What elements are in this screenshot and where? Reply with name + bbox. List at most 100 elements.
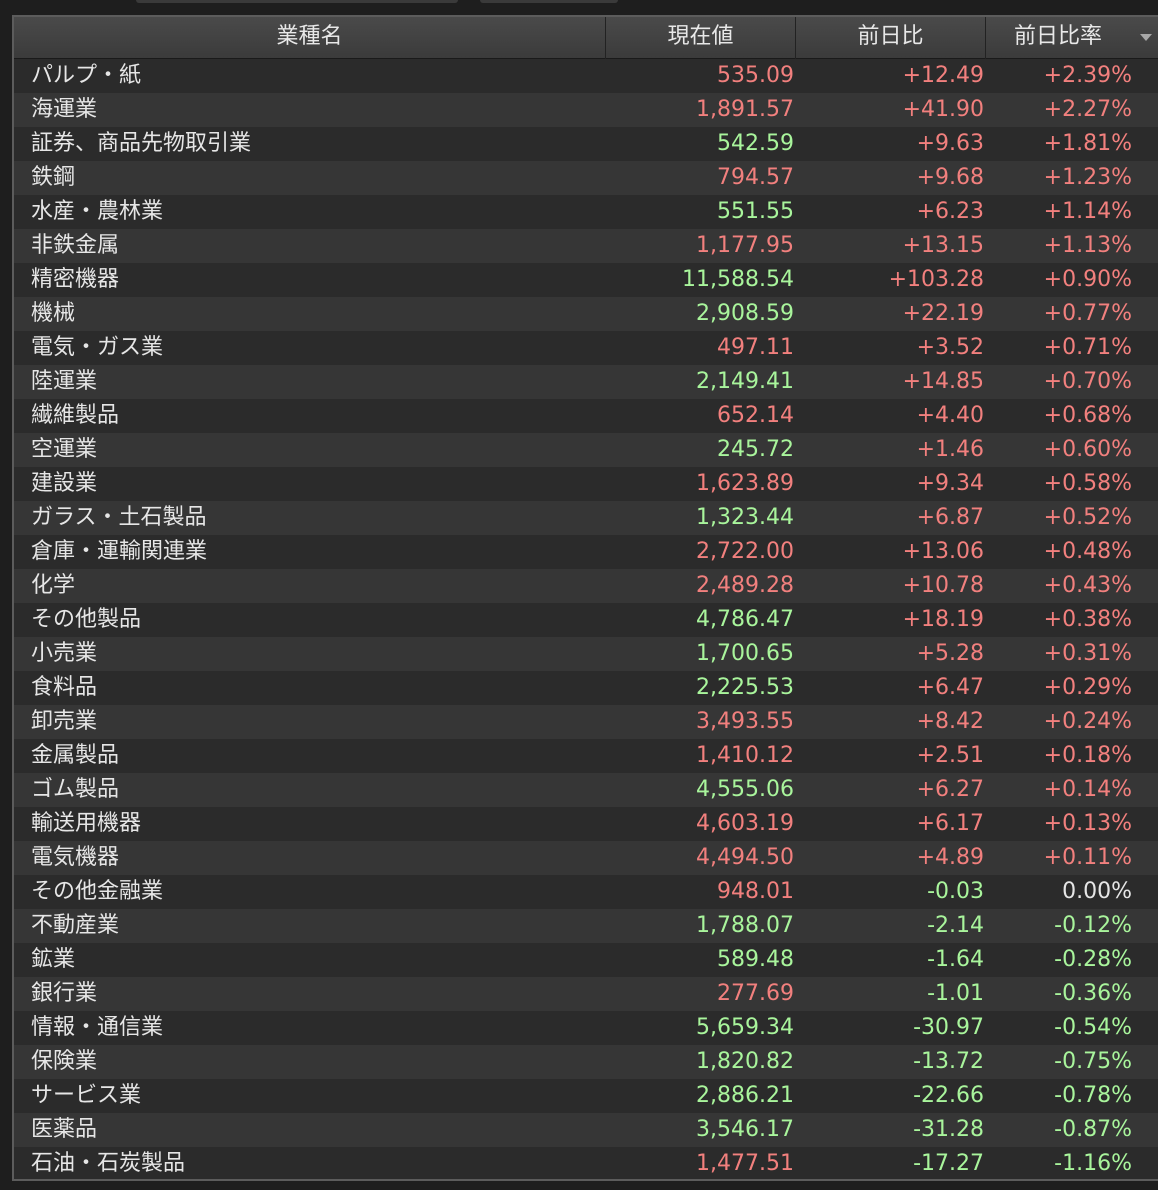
sector-name-cell: 倉庫・運輸関連業	[31, 539, 208, 564]
table-row[interactable]: 繊維製品 652.14 +4.40 +0.68%	[14, 399, 1158, 433]
sector-name-cell: 非鉄金属	[31, 233, 120, 258]
table-row[interactable]: 海運業 1,891.57 +41.90 +2.27%	[14, 93, 1158, 127]
sector-name-cell: 空運業	[31, 437, 98, 462]
change-cell: +18.19	[902, 607, 984, 632]
column-header-change-rate[interactable]: 前日比率	[986, 17, 1158, 59]
sector-name-cell: 情報・通信業	[31, 1015, 164, 1040]
change-rate-cell: +0.43%	[1043, 573, 1132, 598]
table-row[interactable]: その他製品 4,786.47 +18.19 +0.38%	[14, 603, 1158, 637]
sector-table: 業種名 現在値 前日比 前日比率 パルプ・紙 535.09 +12.49 +2.39%…	[12, 15, 1158, 1181]
sector-name-cell: 建設業	[31, 471, 98, 496]
sector-name-cell: 医薬品	[31, 1117, 98, 1142]
table-row[interactable]: 電気・ガス業 497.11 +3.52 +0.71%	[14, 331, 1158, 365]
change-cell: +4.40	[916, 403, 984, 428]
table-row[interactable]: 水産・農林業 551.55 +6.23 +1.14%	[14, 195, 1158, 229]
price-cell: 245.72	[717, 437, 794, 462]
change-cell: +6.23	[916, 199, 984, 224]
table-row[interactable]: その他金融業 948.01 -0.03 0.00%	[14, 875, 1158, 909]
sector-name-cell: パルプ・紙	[31, 63, 142, 88]
change-cell: -13.72	[913, 1049, 984, 1074]
table-row[interactable]: サービス業 2,886.21 -22.66 -0.78%	[14, 1079, 1158, 1113]
column-header-price[interactable]: 現在値	[606, 17, 796, 59]
table-row[interactable]: 化学 2,489.28 +10.78 +0.43%	[14, 569, 1158, 603]
change-rate-cell: -0.36%	[1054, 981, 1132, 1006]
table-row[interactable]: 空運業 245.72 +1.46 +0.60%	[14, 433, 1158, 467]
table-row[interactable]: 陸運業 2,149.41 +14.85 +0.70%	[14, 365, 1158, 399]
price-cell: 3,546.17	[696, 1117, 794, 1142]
change-rate-cell: +0.14%	[1043, 777, 1132, 802]
column-header-sector-name[interactable]: 業種名	[14, 17, 606, 59]
change-cell: +22.19	[902, 301, 984, 326]
table-row[interactable]: 精密機器 11,588.54 +103.28 +0.90%	[14, 263, 1158, 297]
table-row[interactable]: 医薬品 3,546.17 -31.28 -0.87%	[14, 1113, 1158, 1147]
column-header-change[interactable]: 前日比	[796, 17, 986, 59]
sector-name-cell: 機械	[31, 301, 76, 326]
price-cell: 2,908.59	[696, 301, 794, 326]
sector-name-cell: 小売業	[31, 641, 98, 666]
sector-name-cell: 保険業	[31, 1049, 98, 1074]
sort-descending-icon[interactable]	[1140, 34, 1152, 41]
table-row[interactable]: ゴム製品 4,555.06 +6.27 +0.14%	[14, 773, 1158, 807]
sector-name-cell: 石油・石炭製品	[31, 1151, 186, 1176]
table-row[interactable]: 食料品 2,225.53 +6.47 +0.29%	[14, 671, 1158, 705]
change-rate-cell: +0.11%	[1043, 845, 1132, 870]
sector-name-cell: 電気・ガス業	[31, 335, 164, 360]
change-rate-cell: +0.70%	[1043, 369, 1132, 394]
price-cell: 2,722.00	[696, 539, 794, 564]
change-cell: +9.34	[916, 471, 984, 496]
change-cell: +4.89	[916, 845, 984, 870]
table-row[interactable]: 鉄鋼 794.57 +9.68 +1.23%	[14, 161, 1158, 195]
table-row[interactable]: 非鉄金属 1,177.95 +13.15 +1.13%	[14, 229, 1158, 263]
change-rate-cell: +0.90%	[1043, 267, 1132, 292]
table-row[interactable]: 情報・通信業 5,659.34 -30.97 -0.54%	[14, 1011, 1158, 1045]
toolbar-tab-stub[interactable]	[136, 0, 458, 3]
table-row[interactable]: 電気機器 4,494.50 +4.89 +0.11%	[14, 841, 1158, 875]
change-cell: +6.27	[916, 777, 984, 802]
table-row[interactable]: 銀行業 277.69 -1.01 -0.36%	[14, 977, 1158, 1011]
price-cell: 2,225.53	[696, 675, 794, 700]
sector-name-cell: 銀行業	[31, 981, 98, 1006]
table-row[interactable]: パルプ・紙 535.09 +12.49 +2.39%	[14, 59, 1158, 93]
change-rate-cell: +0.60%	[1043, 437, 1132, 462]
change-rate-cell: +0.71%	[1043, 335, 1132, 360]
change-cell: +6.87	[916, 505, 984, 530]
change-cell: +8.42	[916, 709, 984, 734]
change-rate-cell: -0.54%	[1054, 1015, 1132, 1040]
price-cell: 1,623.89	[696, 471, 794, 496]
change-cell: +13.15	[902, 233, 984, 258]
change-rate-cell: +1.13%	[1043, 233, 1132, 258]
change-cell: +14.85	[902, 369, 984, 394]
change-cell: +103.28	[888, 267, 984, 292]
change-cell: -31.28	[913, 1117, 984, 1142]
table-row[interactable]: 保険業 1,820.82 -13.72 -0.75%	[14, 1045, 1158, 1079]
table-row[interactable]: 小売業 1,700.65 +5.28 +0.31%	[14, 637, 1158, 671]
change-rate-cell: -1.16%	[1054, 1151, 1132, 1176]
table-row[interactable]: 石油・石炭製品 1,477.51 -17.27 -1.16%	[14, 1147, 1158, 1179]
table-row[interactable]: 輸送用機器 4,603.19 +6.17 +0.13%	[14, 807, 1158, 841]
price-cell: 2,489.28	[696, 573, 794, 598]
price-cell: 589.48	[717, 947, 794, 972]
toolbar-tab-stub[interactable]	[480, 0, 618, 3]
table-row[interactable]: ガラス・土石製品 1,323.44 +6.87 +0.52%	[14, 501, 1158, 535]
table-row[interactable]: 機械 2,908.59 +22.19 +0.77%	[14, 297, 1158, 331]
change-cell: +3.52	[916, 335, 984, 360]
sector-name-cell: サービス業	[31, 1083, 142, 1108]
price-cell: 535.09	[717, 63, 794, 88]
change-cell: +5.28	[916, 641, 984, 666]
change-rate-cell: +0.77%	[1043, 301, 1132, 326]
price-cell: 1,788.07	[696, 913, 794, 938]
table-row[interactable]: 卸売業 3,493.55 +8.42 +0.24%	[14, 705, 1158, 739]
table-row[interactable]: 証券、商品先物取引業 542.59 +9.63 +1.81%	[14, 127, 1158, 161]
change-cell: -2.14	[927, 913, 984, 938]
table-row[interactable]: 倉庫・運輸関連業 2,722.00 +13.06 +0.48%	[14, 535, 1158, 569]
table-row[interactable]: 鉱業 589.48 -1.64 -0.28%	[14, 943, 1158, 977]
change-cell: +1.46	[916, 437, 984, 462]
table-row[interactable]: 不動産業 1,788.07 -2.14 -0.12%	[14, 909, 1158, 943]
price-cell: 2,149.41	[696, 369, 794, 394]
price-cell: 4,555.06	[696, 777, 794, 802]
price-cell: 1,891.57	[696, 97, 794, 122]
table-row[interactable]: 金属製品 1,410.12 +2.51 +0.18%	[14, 739, 1158, 773]
table-row[interactable]: 建設業 1,623.89 +9.34 +0.58%	[14, 467, 1158, 501]
sector-name-cell: 水産・農林業	[31, 199, 164, 224]
change-rate-cell: -0.87%	[1054, 1117, 1132, 1142]
